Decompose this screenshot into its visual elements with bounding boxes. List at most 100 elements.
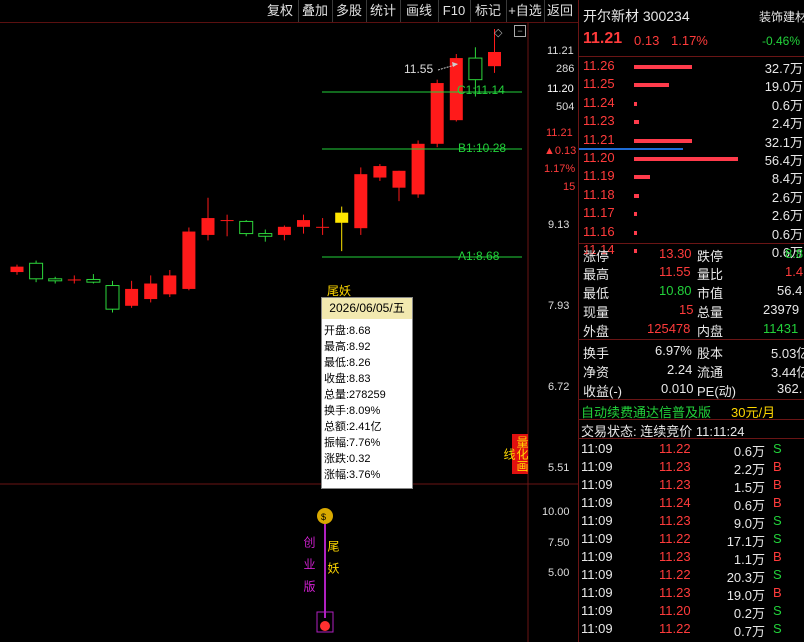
order-volume-bar <box>634 175 650 180</box>
candle-body[interactable] <box>392 170 406 188</box>
trade-time: 11:09 <box>581 603 613 618</box>
tooltip-turnover: 换手:8.09% <box>324 405 381 417</box>
panel-divider <box>579 399 804 400</box>
candle-body[interactable] <box>354 174 368 229</box>
candle-body[interactable] <box>411 143 425 195</box>
axis-top-label: 11.21 <box>547 45 574 57</box>
axis-current-label: 11.20 <box>547 83 574 95</box>
trade-price: 11.22 <box>659 531 691 546</box>
sector-name[interactable]: 装饰建材 <box>759 8 804 25</box>
order-price: 11.20 <box>583 150 615 165</box>
tooltip-amount: 总额:2.41亿 <box>324 421 382 433</box>
candle-body[interactable] <box>239 220 254 235</box>
order-book-row[interactable]: 11.23 2.4万 <box>579 113 804 131</box>
candle-body[interactable] <box>86 278 101 283</box>
panel-divider <box>579 339 804 340</box>
candle-body[interactable] <box>373 166 387 178</box>
trade-volume: 9.0万 <box>733 516 765 531</box>
candle-body[interactable] <box>105 285 120 310</box>
candle-body[interactable] <box>67 279 81 281</box>
candle-body[interactable] <box>316 226 330 228</box>
candle-body[interactable] <box>488 52 501 67</box>
current-price: 11.21 <box>583 30 623 47</box>
candle-body[interactable] <box>10 266 24 273</box>
order-price: 11.21 <box>583 131 615 147</box>
shizhi-value: 56.4 <box>777 283 803 298</box>
axis-label-672: 6.72 <box>548 381 570 393</box>
trade-time: 11:09 <box>581 495 613 510</box>
c1-label: C1:11.14 <box>457 83 505 97</box>
candle-body[interactable] <box>163 275 177 295</box>
order-volume-bar <box>634 230 637 235</box>
settings-diamond-icon[interactable]: ◇ <box>494 26 502 39</box>
order-book-row[interactable]: 11.19 8.4万 <box>579 168 804 186</box>
order-book-row[interactable]: 11.24 0.6万 <box>579 95 804 113</box>
collapse-icon[interactable]: − <box>514 25 526 37</box>
price-change: 0.13 <box>634 33 660 48</box>
waipan-label: 外盘 <box>583 324 610 339</box>
order-book-row[interactable]: 11.21 32.1万 <box>579 132 804 150</box>
tooltip-change: 涨跌:0.32 <box>324 453 371 465</box>
order-book-row[interactable]: 11.25 19.0万 <box>579 76 804 94</box>
order-price: 11.18 <box>583 186 615 202</box>
candle-body[interactable] <box>258 233 273 237</box>
candle-body[interactable] <box>144 283 158 300</box>
stock-name-code[interactable]: 开尔新材 300234 <box>583 6 690 26</box>
trade-price: 11.23 <box>659 459 691 474</box>
order-price: 11.17 <box>583 205 615 221</box>
candle-body[interactable] <box>201 218 215 235</box>
trade-volume: 0.6万 <box>733 444 765 459</box>
trade-side: S <box>773 441 782 456</box>
candle-body[interactable] <box>335 212 349 223</box>
trade-side: S <box>773 621 782 636</box>
order-volume-bar <box>634 83 669 88</box>
shouyi-label: 收益(-) <box>583 384 622 399</box>
trade-row: 11:09 11.23 9.0万 S <box>579 513 804 531</box>
trade-time: 11:09 <box>581 513 613 528</box>
order-volume-bar <box>634 65 692 69</box>
candle-body[interactable] <box>297 220 310 227</box>
trade-time: 11:09 <box>581 531 613 546</box>
tooltip-low: 最低:8.26 <box>324 357 371 369</box>
zuidi-value: 10.80 <box>659 283 692 298</box>
order-volume: 2.4万 <box>771 116 803 132</box>
candle-body[interactable] <box>220 220 234 222</box>
trade-row: 11:09 11.23 19.0万 B <box>579 585 804 603</box>
order-volume-bar <box>634 212 637 217</box>
order-volume: 8.4万 <box>771 171 803 187</box>
lianghua-button[interactable]: 量化画线 <box>502 434 529 474</box>
candle-body[interactable] <box>29 262 44 280</box>
waipan-value: 125478 <box>647 321 691 336</box>
liutong-value: 3.44亿 <box>771 365 804 380</box>
order-book-row[interactable]: 11.16 0.6万 <box>579 224 804 242</box>
axis-label-551: 5.51 <box>548 462 570 474</box>
trade-price: 11.23 <box>659 585 691 600</box>
order-book-row[interactable]: 11.17 2.6万 <box>579 205 804 223</box>
pe-label: PE(动) <box>697 384 737 399</box>
order-book-row[interactable]: 11.26 32.7万 <box>579 58 804 76</box>
candle-body[interactable] <box>182 231 196 289</box>
order-volume-bar <box>634 193 639 198</box>
axis-pct-overlay: 1.17% <box>544 163 576 175</box>
order-book-row[interactable]: 11.20 56.4万 <box>579 150 804 168</box>
trade-row: 11:09 11.22 17.1万 S <box>579 531 804 549</box>
candle-body[interactable] <box>48 278 63 282</box>
axis-vol-label-2: 504 <box>556 101 575 113</box>
order-book-row[interactable]: 11.18 2.6万 <box>579 187 804 205</box>
candle-body[interactable] <box>277 226 291 235</box>
zuigao-label: 最高 <box>583 267 610 282</box>
trade-price: 11.22 <box>659 441 691 456</box>
panel-divider <box>579 243 804 244</box>
order-price: 11.24 <box>583 94 615 110</box>
axis-label-913: 9.13 <box>548 219 570 231</box>
neipan-value: 11431 <box>763 321 799 336</box>
trade-volume: 0.2万 <box>733 606 765 621</box>
jingzi-label: 净资 <box>583 365 610 380</box>
candle-body[interactable] <box>468 57 483 81</box>
order-volume: 32.1万 <box>764 134 803 150</box>
trade-time: 11:09 <box>581 549 613 564</box>
zongliang-value: 23979 <box>763 302 800 317</box>
trade-volume: 1.5万 <box>733 480 765 495</box>
order-price: 11.16 <box>583 223 615 239</box>
candle-body[interactable] <box>125 288 139 306</box>
